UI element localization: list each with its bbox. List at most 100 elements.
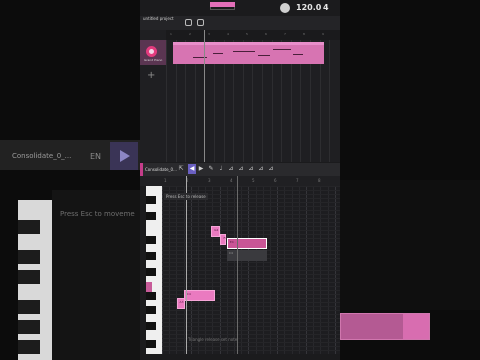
grid-row-line [162, 202, 340, 203]
arrangement-ruler-tick: 8 [303, 32, 305, 36]
bg-grid-right [340, 180, 480, 310]
piano-keyboard[interactable] [146, 186, 162, 354]
grid-row-line [162, 286, 340, 287]
tool-icon[interactable]: ⊿ [248, 166, 254, 172]
tool-icon[interactable]: ▶ [198, 166, 204, 172]
grid-row-line [162, 222, 340, 223]
grid-row-line [162, 278, 340, 279]
tool-icon[interactable]: ⊿ [228, 166, 234, 172]
grid-row-line [162, 218, 340, 219]
grid-row-line [162, 318, 340, 319]
add-track-button[interactable]: + [147, 70, 155, 81]
black-key[interactable] [146, 196, 156, 204]
piano-roll-playhead[interactable] [186, 176, 187, 354]
bg-language-badge: EN [90, 152, 102, 161]
arrangement-ruler-tick: 2 [189, 32, 191, 36]
piano-roll-ruler-tick: 7 [296, 178, 299, 183]
black-key[interactable] [146, 212, 156, 220]
black-key[interactable] [146, 236, 156, 244]
note-label: C4 [186, 292, 191, 296]
midi-clip[interactable] [173, 42, 324, 64]
midi-note[interactable]: E4 · [226, 238, 268, 249]
grid-row-line [162, 226, 340, 227]
piano-roll-ruler[interactable]: 12345678 [140, 176, 340, 186]
tool-icon[interactable]: ⊿ [268, 166, 274, 172]
midi-note[interactable]: G4 [211, 226, 220, 237]
note-label: A3 [179, 300, 184, 304]
midi-note[interactable]: C4 [183, 290, 216, 301]
hint-tooltip: Press Esc to release [164, 193, 208, 200]
arrangement-ruler-tick: 7 [284, 32, 286, 36]
piano-roll-ruler-tick: 4 [230, 178, 233, 183]
mixer-icon[interactable] [197, 19, 204, 26]
tool-icon[interactable]: ⊿ [258, 166, 264, 172]
black-key[interactable] [146, 292, 156, 300]
midi-note[interactable]: A3 [176, 298, 186, 309]
tool-icon[interactable]: ⊿ [238, 166, 244, 172]
grid-row-line [162, 266, 340, 267]
grid-row-line [162, 210, 340, 211]
grid-row-line [162, 310, 340, 311]
black-key[interactable] [146, 322, 156, 330]
piano-roll-title[interactable]: Consolidate_0... [145, 167, 177, 172]
grid-row-line [162, 322, 340, 323]
select-tool-icon[interactable]: ◀ [188, 164, 196, 174]
record-icon[interactable] [185, 19, 192, 26]
piano-roll-ruler-tick: 1 [164, 178, 167, 183]
note-grid[interactable]: C4 G4 F4 E4 · C4 A3 [162, 186, 340, 354]
black-key[interactable] [146, 252, 156, 260]
project-overview-fill [210, 2, 235, 7]
volume-knob[interactable] [146, 46, 157, 57]
note-label: C4 [228, 251, 233, 255]
grid-row-line [162, 186, 340, 187]
piano-roll-ruler-tick: 8 [318, 178, 321, 183]
grid-row-line [162, 190, 340, 191]
screen: Consolidate_0_... EN Press Esc to moveme… [0, 0, 480, 360]
highlighted-key[interactable] [146, 282, 152, 292]
grid-row-line [162, 346, 340, 347]
arrangement-ruler-tick: 3 [208, 32, 210, 36]
loop-marker[interactable] [237, 176, 238, 354]
arrangement-ruler[interactable]: 1 2 3 4 5 6 7 8 9 [166, 30, 340, 40]
tool-icon[interactable]: ⇱ [178, 166, 184, 172]
bg-hint-text: Press Esc to moveme [60, 210, 135, 218]
grid-row-line [162, 282, 340, 283]
grid-row-line [162, 230, 340, 231]
black-key[interactable] [146, 268, 156, 276]
arrangement-ruler-tick: 1 [170, 32, 172, 36]
arrangement-gridline [166, 40, 167, 162]
grid-row-line [162, 270, 340, 271]
bg-piano-keys [18, 200, 52, 360]
clip-color-swatch [140, 163, 143, 176]
tempo-display[interactable]: 120.0 [296, 3, 321, 12]
tool-icon[interactable]: ♩ [218, 166, 224, 172]
grid-row-line [162, 262, 340, 263]
user-icon[interactable] [280, 3, 290, 13]
piano-roll-ruler-tick: 6 [274, 178, 277, 183]
grid-row-line [162, 350, 340, 351]
bg-track-name: Consolidate_0_... [12, 152, 72, 160]
grid-row-line [162, 334, 340, 335]
arrangement-playhead[interactable] [204, 30, 205, 162]
black-key[interactable] [146, 306, 156, 314]
tool-icon[interactable]: ✎ [208, 166, 214, 172]
meter-display[interactable]: 4 [323, 3, 329, 12]
grid-row-line [162, 274, 340, 275]
black-key[interactable] [146, 340, 156, 348]
arrangement-ruler-tick: 5 [246, 32, 248, 36]
track-label: Grand Piano [144, 58, 163, 62]
project-title[interactable]: untitled project [143, 16, 174, 21]
grid-row-line [162, 306, 340, 307]
piano-roll-ruler-tick: 5 [252, 178, 255, 183]
arrangement-gridline [329, 40, 331, 162]
ghost-note: C4 [226, 250, 268, 261]
grid-row-line [162, 330, 340, 331]
midi-note[interactable]: F4 [220, 234, 227, 245]
arrangement-ruler-tick: 6 [265, 32, 267, 36]
grid-row-line [162, 342, 340, 343]
arrangement-ruler-tick: 9 [322, 32, 324, 36]
bg-note [403, 314, 429, 339]
piano-roll-ruler-tick: 3 [208, 178, 211, 183]
grid-row-line [162, 234, 340, 235]
note-label: E4 · [229, 240, 236, 244]
